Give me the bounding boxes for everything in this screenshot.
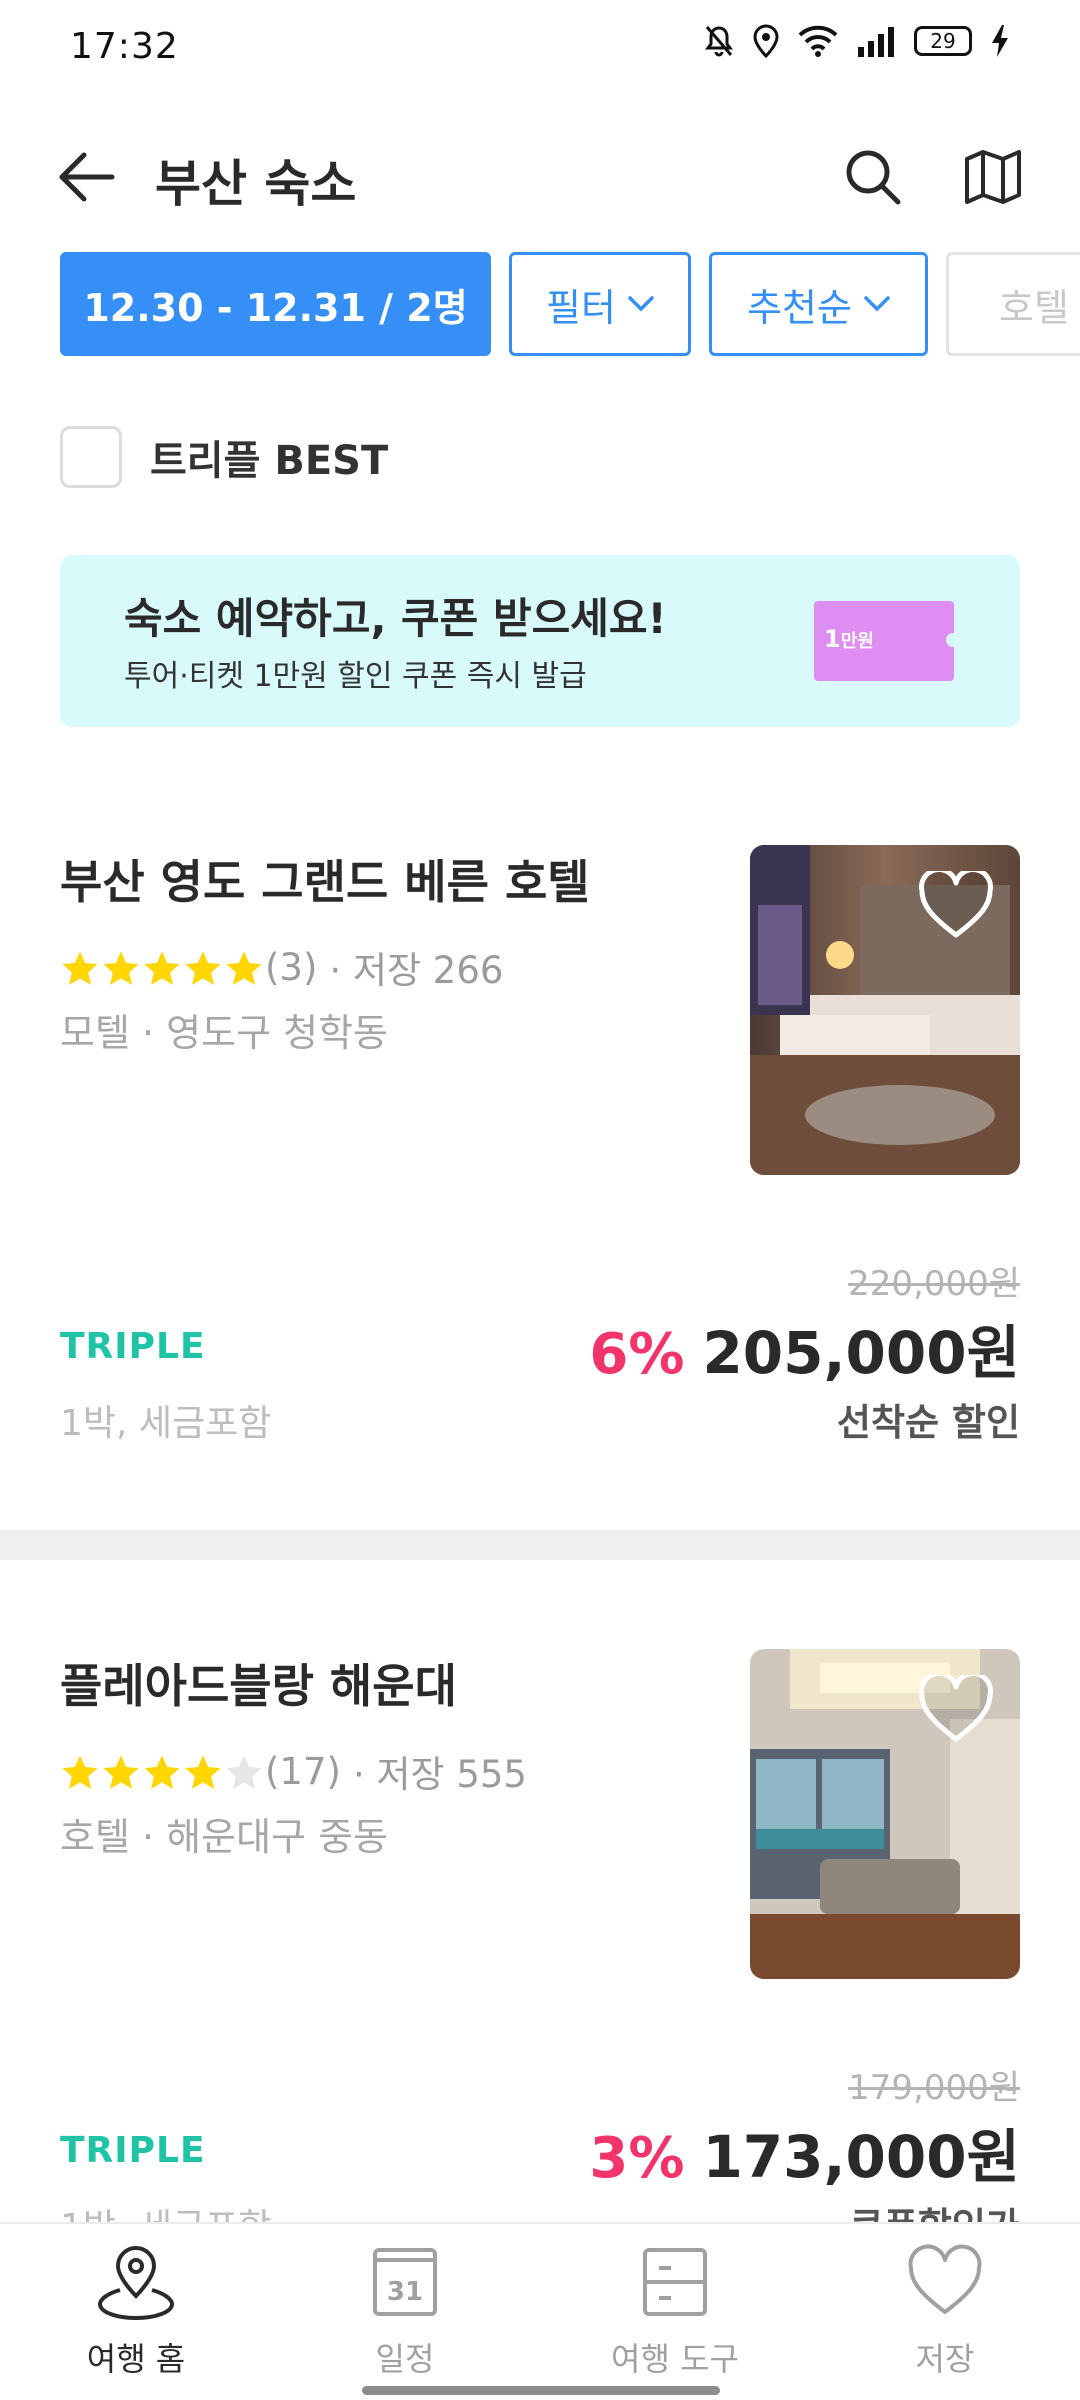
original-price: 179,000원 (848, 2068, 1020, 2108)
promo-label: 선착순 할인 (836, 1401, 1020, 1444)
bottom-nav: 여행 홈 31 일정 여행 도구 저장 (0, 2222, 1080, 2400)
section-divider (0, 1530, 1080, 1560)
back-button[interactable] (52, 142, 122, 212)
wifi-icon (798, 25, 838, 57)
heart-icon (908, 2244, 982, 2314)
star-filled-icon (62, 951, 98, 985)
listing-photo[interactable] (750, 1649, 1020, 1979)
best-checkbox[interactable] (60, 426, 122, 488)
coupon-amount: 1만원 (824, 625, 874, 653)
save-count: · 저장 266 (329, 949, 504, 992)
search-results-page: 17:32 29 부산 숙소 12.30 - 12.31 / 2명 필터 추천순… (0, 0, 1080, 2400)
coupon-banner[interactable]: 숙소 예약하고, 쿠폰 받으세요! 투어·티켓 1만원 할인 쿠폰 즉시 발급 … (60, 555, 1020, 727)
best-label: 트리플 BEST (150, 438, 389, 484)
heart-icon (919, 1671, 993, 1742)
page-title: 부산 숙소 (155, 155, 357, 213)
battery-icon: 29 (914, 26, 972, 56)
type-chip-hotel[interactable]: 호텔 (946, 252, 1080, 356)
listing-photo[interactable] (750, 845, 1020, 1175)
calendar-icon: 31 (373, 2248, 437, 2316)
star-filled-icon (144, 951, 180, 985)
nav-label: 일정 (375, 2340, 435, 2378)
discount-rate: 3% (589, 2126, 685, 2191)
status-icons: 29 (704, 24, 1010, 58)
tax-note: 1박, 세금포함 (60, 1403, 272, 1444)
star-filled-icon (185, 951, 221, 985)
charging-icon (992, 25, 1008, 57)
status-bar: 17:32 29 (0, 0, 1080, 95)
heart-icon (919, 867, 993, 938)
battery-level: 29 (930, 29, 956, 53)
provider-label: TRIPLE (60, 2130, 206, 2171)
mute-bell-icon (705, 26, 733, 57)
listing-card[interactable]: 플레아드블랑 해운대 (17) · 저장 555 호텔 · 해운대구 중동 17… (0, 1649, 1080, 2248)
star-filled-icon (103, 1755, 139, 1789)
nav-item-saved[interactable]: 저장 (845, 2244, 1045, 2380)
filter-chip-label: 필터 (546, 285, 616, 330)
toolbox-icon (643, 2248, 707, 2316)
star-filled-icon (62, 1755, 98, 1789)
filter-chip[interactable]: 필터 (509, 252, 691, 356)
review-count: (3) (265, 945, 318, 989)
map-view-button[interactable] (958, 142, 1028, 212)
nav-item-trip-home[interactable]: 여행 홈 (36, 2244, 236, 2380)
chevron-down-icon (864, 296, 890, 312)
listing-meta: 호텔 · 해운대구 중동 (60, 1815, 388, 1859)
coupon-amount-unit: 만원 (840, 631, 874, 652)
rating-row: (3) · 저장 266 (60, 940, 503, 994)
chevron-down-icon (628, 296, 654, 312)
star-filled-icon (144, 1755, 180, 1789)
signal-icon (858, 27, 894, 57)
price-row: 6% 205,000원 (589, 1306, 1020, 1390)
status-time: 17:32 (70, 26, 179, 67)
map-pin-icon (97, 2246, 175, 2320)
listing-name: 부산 영도 그랜드 베른 호텔 (60, 855, 590, 909)
original-price: 220,000원 (848, 1264, 1020, 1304)
map-icon (965, 150, 1021, 204)
nav-label: 여행 홈 (86, 2340, 186, 2378)
provider-label: TRIPLE (60, 1326, 206, 1367)
app-header: 부산 숙소 (0, 120, 1080, 230)
discount-rate: 6% (589, 1322, 685, 1387)
save-heart-button[interactable] (918, 867, 994, 941)
sort-chip[interactable]: 추천순 (709, 252, 928, 356)
listing-name: 플레아드블랑 해운대 (60, 1659, 457, 1713)
search-icon (846, 150, 901, 205)
save-heart-button[interactable] (918, 1671, 994, 1745)
sort-chip-label: 추천순 (747, 285, 852, 330)
star-filled-icon (103, 951, 139, 985)
star-rating (60, 1749, 265, 1793)
listing-card[interactable]: 부산 영도 그랜드 베른 호텔 (3) · 저장 266 모텔 · 영도구 청학… (0, 845, 1080, 1506)
nav-label: 여행 도구 (611, 2340, 739, 2378)
location-icon (753, 24, 779, 58)
sale-price: 173,000원 (702, 2123, 1020, 2191)
banner-title: 숙소 예약하고, 쿠폰 받으세요! (124, 594, 667, 643)
nav-item-schedule[interactable]: 31 일정 (305, 2244, 505, 2380)
listing-meta: 모텔 · 영도구 청학동 (60, 1011, 388, 1055)
star-empty-icon (226, 1755, 262, 1789)
back-arrow-icon (59, 152, 115, 202)
star-filled-icon (185, 1755, 221, 1789)
filter-bar: 12.30 - 12.31 / 2명 필터 추천순 호텔 (0, 252, 1080, 358)
home-indicator (362, 2386, 720, 2395)
coupon-illustration: 1만원 (814, 601, 960, 681)
coupon-amount-number: 1 (824, 625, 841, 653)
review-count: (17) (265, 1749, 341, 1793)
search-button[interactable] (838, 142, 908, 212)
nav-item-travel-tools[interactable]: 여행 도구 (575, 2244, 775, 2380)
sale-price: 205,000원 (702, 1319, 1020, 1387)
triple-best-toggle[interactable]: 트리플 BEST (60, 425, 388, 489)
price-row: 3% 173,000원 (589, 2110, 1020, 2194)
rating-row: (17) · 저장 555 (60, 1744, 527, 1798)
banner-subtitle: 투어·티켓 1만원 할인 쿠폰 즉시 발급 (124, 659, 587, 694)
save-count: · 저장 555 (352, 1753, 527, 1796)
star-rating (60, 945, 265, 989)
star-filled-icon (226, 951, 262, 985)
nav-label: 저장 (915, 2340, 975, 2378)
calendar-day: 31 (387, 2277, 423, 2307)
date-guests-chip[interactable]: 12.30 - 12.31 / 2명 (60, 252, 491, 356)
